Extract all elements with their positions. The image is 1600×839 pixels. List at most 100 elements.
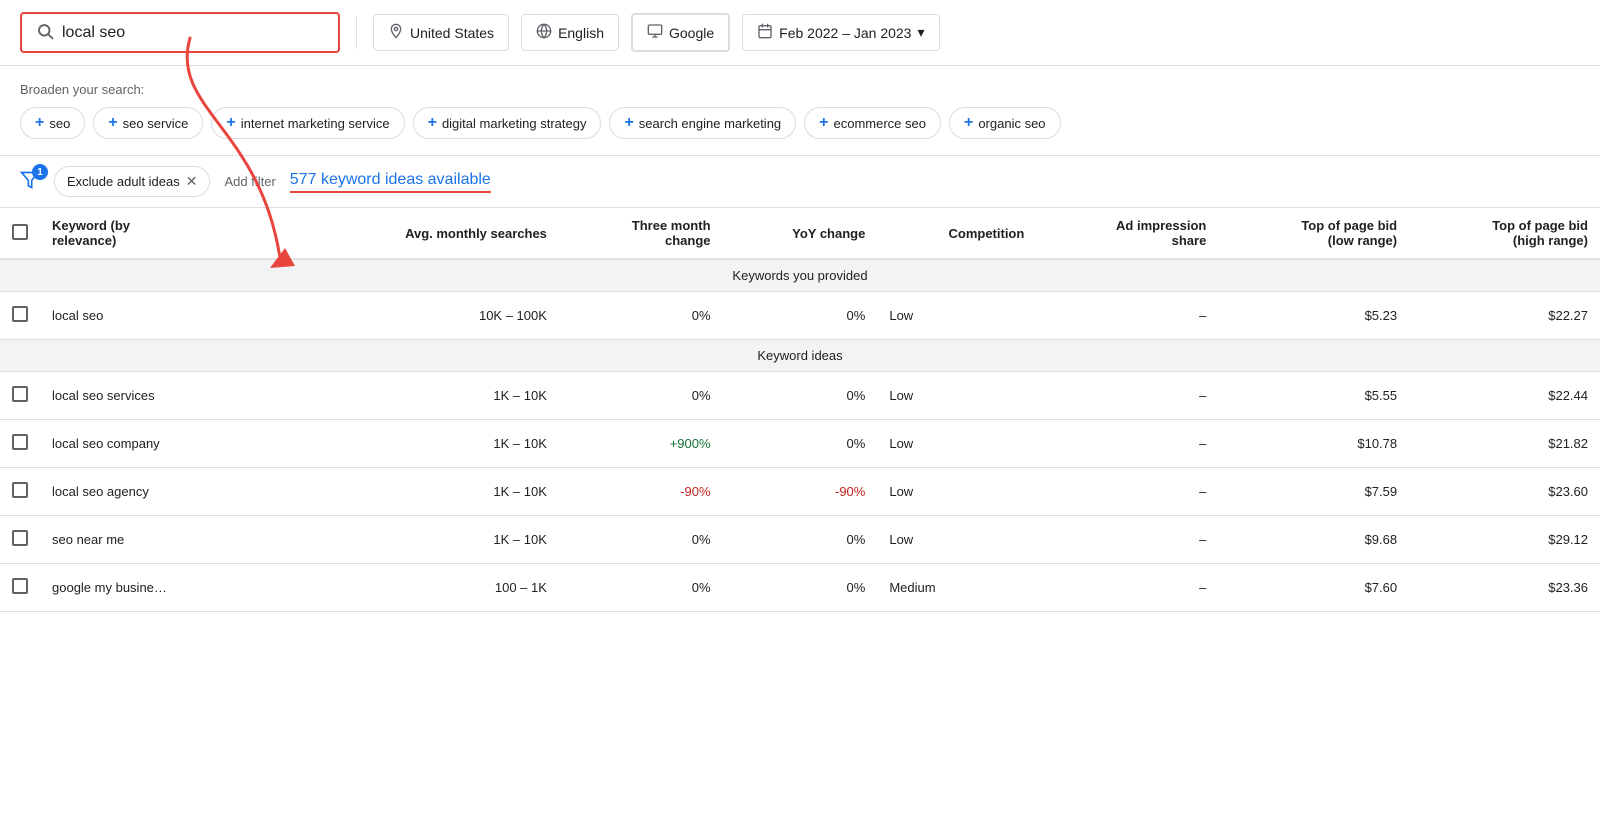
- row-checkbox[interactable]: [0, 292, 40, 340]
- row-checkbox[interactable]: [0, 564, 40, 612]
- tag-label: digital marketing strategy: [442, 116, 587, 131]
- row-three-month: +900%: [559, 420, 723, 468]
- table-row: local seo services 1K – 10K 0% 0% Low – …: [0, 372, 1600, 420]
- search-box[interactable]: [20, 12, 340, 53]
- tag-chip[interactable]: + seo: [20, 107, 85, 139]
- select-all-checkbox[interactable]: [12, 224, 28, 240]
- header-top-bid-high-col[interactable]: Top of page bid(high range): [1409, 208, 1600, 259]
- row-checkbox[interactable]: [0, 468, 40, 516]
- row-top-bid-high: $23.36: [1409, 564, 1600, 612]
- tag-chip[interactable]: + ecommerce seo: [804, 107, 941, 139]
- row-three-month: 0%: [559, 292, 723, 340]
- row-top-bid-high: $21.82: [1409, 420, 1600, 468]
- row-keyword: seo near me: [40, 516, 295, 564]
- header-top-bid-low-col[interactable]: Top of page bid(low range): [1218, 208, 1409, 259]
- header-keyword-col[interactable]: Keyword (byrelevance): [40, 208, 295, 259]
- row-competition: Low: [877, 468, 1036, 516]
- tag-label: ecommerce seo: [834, 116, 926, 131]
- row-ad-impression: –: [1036, 564, 1218, 612]
- tag-chip[interactable]: +seo service: [93, 107, 203, 139]
- row-three-month: 0%: [559, 516, 723, 564]
- tag-plus-icon: +: [226, 114, 235, 132]
- calendar-icon: [757, 23, 773, 42]
- row-three-month: -90%: [559, 468, 723, 516]
- active-filter-chip[interactable]: Exclude adult ideas ✕: [54, 166, 210, 197]
- row-yoy: 0%: [723, 372, 878, 420]
- language-button[interactable]: English: [521, 14, 619, 51]
- avg-searches-label: Avg. monthly searches: [405, 226, 547, 241]
- location-icon: [388, 23, 404, 42]
- row-select-checkbox[interactable]: [12, 530, 28, 546]
- row-keyword: local seo: [40, 292, 295, 340]
- row-checkbox[interactable]: [0, 372, 40, 420]
- section-ideas-label: Keyword ideas: [0, 340, 1600, 372]
- row-select-checkbox[interactable]: [12, 306, 28, 322]
- row-yoy: 0%: [723, 564, 878, 612]
- row-keyword: local seo services: [40, 372, 295, 420]
- row-keyword: local seo agency: [40, 468, 295, 516]
- tag-label: seo: [49, 116, 70, 131]
- table-row: local seo agency 1K – 10K -90% -90% Low …: [0, 468, 1600, 516]
- row-select-checkbox[interactable]: [12, 578, 28, 594]
- location-label: United States: [410, 25, 494, 41]
- three-month-label: Three monthchange: [632, 218, 711, 248]
- row-three-month: 0%: [559, 372, 723, 420]
- remove-filter-button[interactable]: ✕: [186, 173, 198, 190]
- row-top-bid-low: $7.59: [1218, 468, 1409, 516]
- tag-label: seo service: [123, 116, 189, 131]
- row-select-checkbox[interactable]: [12, 482, 28, 498]
- header-checkbox-col[interactable]: [0, 208, 40, 259]
- search-input[interactable]: [62, 24, 262, 42]
- row-top-bid-low: $5.23: [1218, 292, 1409, 340]
- engine-label: Google: [669, 25, 714, 41]
- filter-bar: 1 Exclude adult ideas ✕ Add filter 577 k…: [0, 156, 1600, 208]
- location-button[interactable]: United States: [373, 14, 509, 51]
- header-avg-searches-col[interactable]: Avg. monthly searches: [295, 208, 559, 259]
- tag-chip[interactable]: +organic seo: [949, 107, 1061, 139]
- row-yoy: 0%: [723, 292, 878, 340]
- top-bid-high-label: Top of page bid(high range): [1492, 218, 1588, 248]
- header-three-month-col[interactable]: Three monthchange: [559, 208, 723, 259]
- top-bid-low-label: Top of page bid(low range): [1301, 218, 1397, 248]
- row-select-checkbox[interactable]: [12, 434, 28, 450]
- row-top-bid-low: $7.60: [1218, 564, 1409, 612]
- row-avg-searches: 100 – 1K: [295, 564, 559, 612]
- row-ad-impression: –: [1036, 516, 1218, 564]
- row-competition: Low: [877, 516, 1036, 564]
- header-ad-impression-col[interactable]: Ad impressionshare: [1036, 208, 1218, 259]
- tag-chip[interactable]: +internet marketing service: [211, 107, 404, 139]
- search-icon: [36, 22, 54, 43]
- row-top-bid-high: $22.27: [1409, 292, 1600, 340]
- row-checkbox[interactable]: [0, 516, 40, 564]
- tag-plus-icon: +: [428, 114, 437, 132]
- engine-icon: [647, 23, 663, 42]
- language-icon: [536, 23, 552, 42]
- header-competition-col[interactable]: Competition: [877, 208, 1036, 259]
- add-filter-button[interactable]: Add filter: [224, 174, 275, 189]
- header-yoy-col[interactable]: YoY change: [723, 208, 878, 259]
- tag-label: organic seo: [978, 116, 1045, 131]
- filter-icon-wrapper[interactable]: 1: [20, 170, 40, 193]
- keywords-table-wrapper: Keyword (byrelevance) Avg. monthly searc…: [0, 208, 1600, 612]
- table-row: local seo 10K – 100K 0% 0% Low – $5.23 $…: [0, 292, 1600, 340]
- row-checkbox[interactable]: [0, 420, 40, 468]
- language-label: English: [558, 25, 604, 41]
- row-competition: Low: [877, 420, 1036, 468]
- date-range-button[interactable]: Feb 2022 – Jan 2023 ▾: [742, 14, 939, 51]
- row-yoy: -90%: [723, 468, 878, 516]
- row-competition: Low: [877, 292, 1036, 340]
- row-ad-impression: –: [1036, 468, 1218, 516]
- row-yoy: 0%: [723, 420, 878, 468]
- row-competition: Medium: [877, 564, 1036, 612]
- table-header-row: Keyword (byrelevance) Avg. monthly searc…: [0, 208, 1600, 259]
- tag-plus-icon: +: [35, 114, 44, 132]
- row-keyword: google my busine…: [40, 564, 295, 612]
- chevron-down-icon: ▾: [917, 24, 924, 41]
- row-select-checkbox[interactable]: [12, 386, 28, 402]
- engine-button[interactable]: Google: [631, 13, 730, 52]
- tag-chip[interactable]: + digital marketing strategy: [413, 107, 602, 139]
- tag-chip[interactable]: +search engine marketing: [609, 107, 796, 139]
- tag-plus-icon: +: [819, 114, 828, 132]
- table-row: seo near me 1K – 10K 0% 0% Low – $9.68 $…: [0, 516, 1600, 564]
- table-row: local seo company 1K – 10K +900% 0% Low …: [0, 420, 1600, 468]
